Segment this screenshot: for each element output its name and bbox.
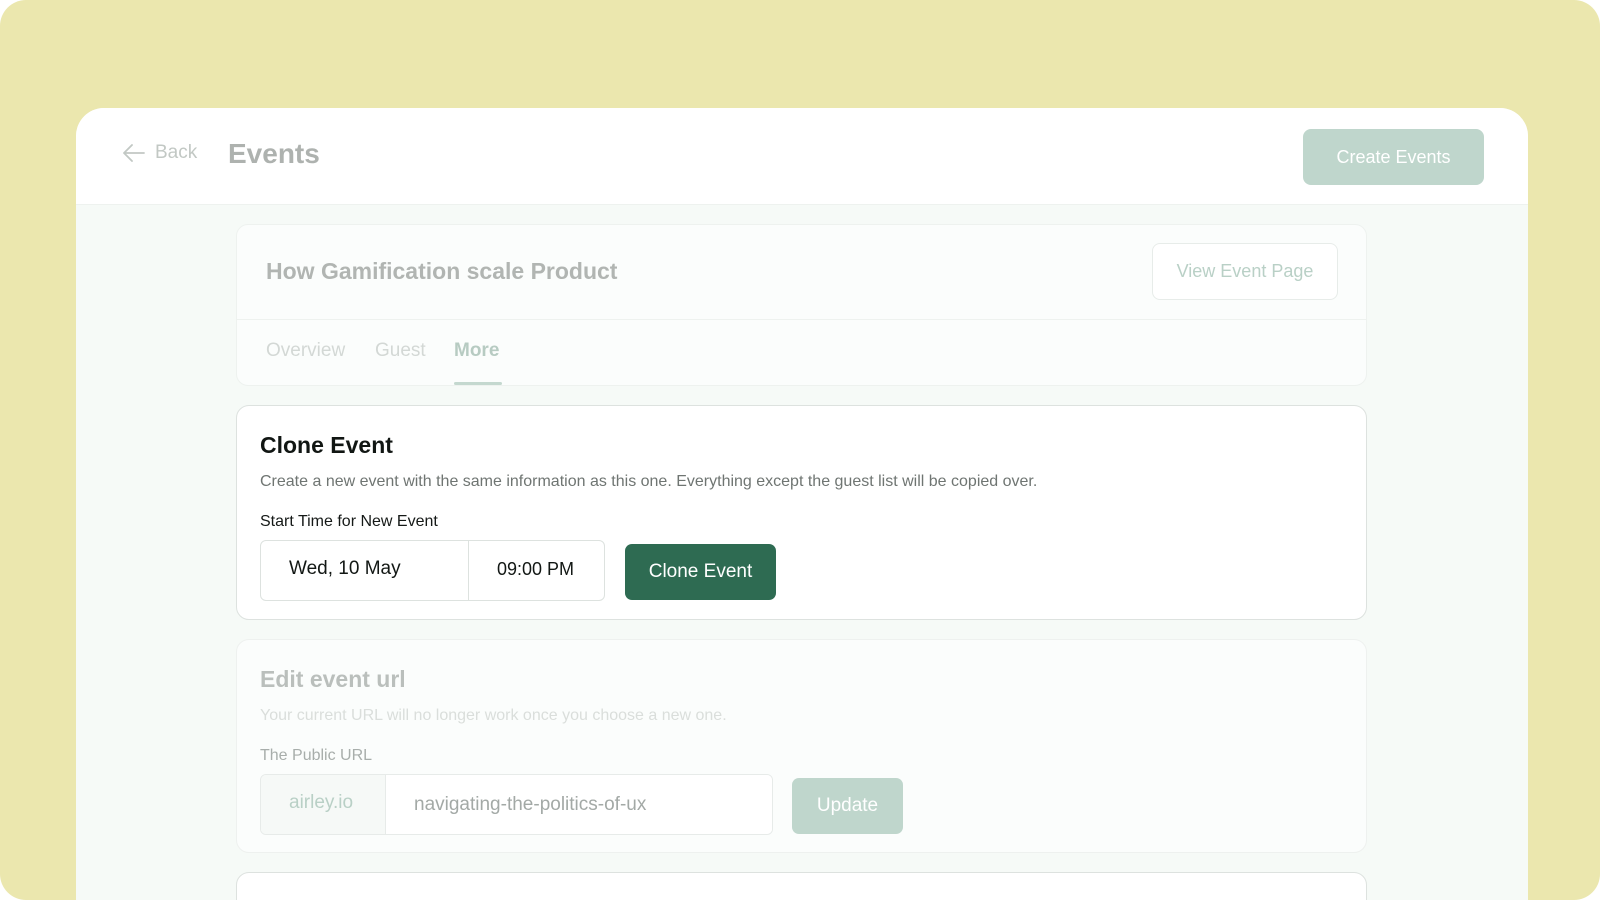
clone-event-heading: Clone Event [260,432,393,458]
time-field[interactable]: 09:00 PM [469,541,604,600]
back-button[interactable]: Back [122,142,197,164]
event-header-card: How Gamification scale Product View Even… [236,224,1367,386]
date-value: Wed, 10 May [289,558,401,579]
main-content: How Gamification scale Product View Even… [236,224,1367,900]
date-field[interactable]: Wed, 10 May [261,541,469,600]
public-url-label: The Public URL [260,747,373,764]
public-url-field: airley.io [260,774,773,835]
update-url-button[interactable]: Update [792,778,903,834]
next-section-card [236,872,1367,900]
clone-event-card: Clone Event Create a new event with the … [236,405,1367,620]
time-value: 09:00 PM [497,559,575,579]
tab-guest[interactable]: Guest [375,340,426,362]
clone-event-button[interactable]: Clone Event [625,544,776,600]
page-title: Events [228,138,320,169]
tab-overview[interactable]: Overview [266,340,345,362]
back-label: Back [155,142,198,163]
top-bar: Back Events Create Events [76,108,1528,205]
app-window: Back Events Create Events How Gamificati… [76,108,1528,900]
url-prefix-text: airley.io [289,792,354,813]
backdrop: Back Events Create Events How Gamificati… [0,0,1600,900]
start-time-label: Start Time for New Event [260,513,438,530]
arrow-left-icon [123,144,145,162]
create-events-button[interactable]: Create Events [1303,129,1484,185]
start-time-picker: Wed, 10 May 09:00 PM [260,540,605,601]
view-event-page-button[interactable]: View Event Page [1152,243,1338,300]
edit-url-description: Your current URL will no longer work onc… [260,707,727,724]
edit-url-card: Edit event url Your current URL will no … [236,639,1367,853]
clone-event-description: Create a new event with the same informa… [260,473,1038,490]
url-slug-input[interactable] [387,775,772,834]
url-prefix: airley.io [261,775,386,834]
edit-url-heading: Edit event url [260,666,406,692]
event-title: How Gamification scale Product [266,258,618,284]
active-tab-indicator [454,382,502,385]
tab-more[interactable]: More [454,340,499,362]
event-tabs: Overview Guest More [237,319,1366,386]
